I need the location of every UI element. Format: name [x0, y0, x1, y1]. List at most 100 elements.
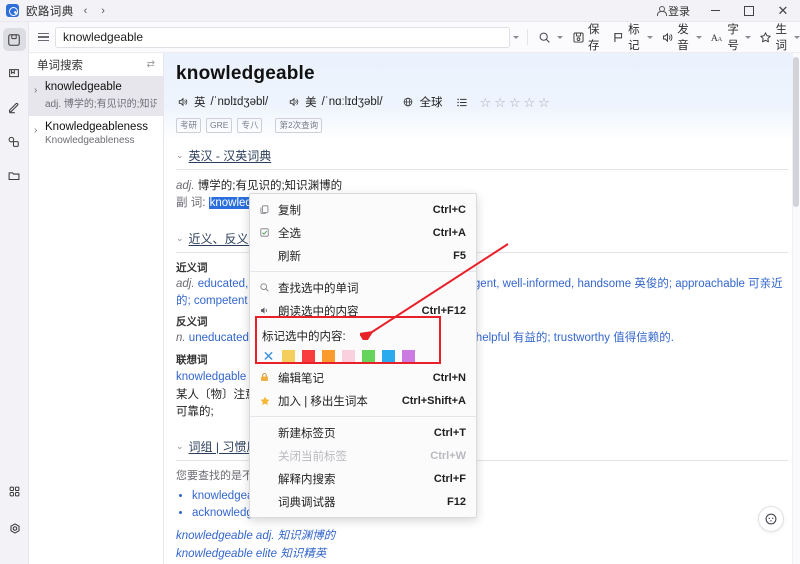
history-menu-button[interactable]: [35, 32, 51, 42]
nav-back-button[interactable]: ‹: [84, 5, 88, 17]
hamburger-icon: [37, 32, 49, 42]
save-button[interactable]: 保存: [570, 24, 604, 52]
section-header[interactable]: ⌄ 英汉 - 汉英词典: [176, 141, 788, 170]
minimize-button[interactable]: [698, 0, 732, 22]
mark-color-purple[interactable]: [402, 350, 415, 363]
maximize-button[interactable]: [732, 0, 766, 22]
app-title: 欧路词典: [26, 5, 74, 18]
phonetics-row: 英 /ˈnɒlɪdʒəbl/ 美 /ˈnɑːlɪdʒəbl/ 全球 ☆ ☆ ☆ …: [164, 85, 800, 110]
star-icon[interactable]: ☆: [538, 96, 550, 109]
rail-item-apps[interactable]: [3, 480, 26, 503]
tag-list: 考研 GRE 专八 第2次查询: [164, 110, 800, 133]
mark-selection-label: 标记选中的内容:: [262, 331, 346, 343]
menu-item-label: 朗读选中的内容: [278, 305, 359, 318]
menu-item-accel: Ctrl+T: [433, 426, 466, 439]
rail-item-cards[interactable]: [3, 130, 26, 153]
sidebar: 单词搜索 ⇄ › knowledgeable adj. 博学的;有见识的;知识渊…: [29, 53, 164, 564]
search-input-value: knowledgeable: [63, 30, 144, 44]
login-button[interactable]: 登录: [648, 3, 698, 19]
global-label: 全球: [419, 97, 443, 109]
menu-item-label: 复制: [278, 204, 301, 217]
scrollbar-thumb[interactable]: [793, 57, 799, 207]
sort-icon[interactable]: ⇄: [147, 59, 155, 70]
star-icon[interactable]: ☆: [524, 96, 536, 109]
sidebar-item-knowledgeable[interactable]: › knowledgeable adj. 博学的;有见识的;知识渊博的: [29, 76, 163, 116]
search-icon: [538, 30, 552, 44]
menu-item-lookup-selected[interactable]: 查找选中的单词: [250, 276, 476, 299]
svg-text:A: A: [718, 36, 723, 43]
font-size-button[interactable]: AA 字号: [708, 24, 742, 52]
rail-item-settings[interactable]: [3, 517, 26, 540]
new-word-caret-icon[interactable]: [794, 35, 800, 39]
sidebar-item-knowledgeableness[interactable]: › Knowledgeableness Knowledgeableness: [29, 116, 163, 152]
sidebar-header: 单词搜索 ⇄: [29, 53, 163, 76]
menu-item-close-tab: 关闭当前标签 Ctrl+W: [250, 444, 476, 467]
note-icon: [259, 372, 275, 383]
search-options-caret-icon[interactable]: [556, 35, 563, 39]
clear-mark-x-icon[interactable]: ✕: [262, 348, 275, 364]
mark-color-orange[interactable]: [322, 350, 335, 363]
pronounce-caret-icon[interactable]: [695, 35, 702, 39]
save-label: 保存: [588, 24, 600, 52]
star-icon: [259, 395, 275, 407]
search-history-caret-icon[interactable]: [513, 35, 520, 39]
rail-item-dictionary[interactable]: [2, 28, 26, 51]
star-icon[interactable]: ☆: [509, 96, 521, 109]
menu-item-new-tab[interactable]: 新建标签页 Ctrl+T: [250, 421, 476, 444]
pronounce-label: 发音: [677, 24, 690, 52]
nav-forward-button[interactable]: ›: [101, 5, 105, 17]
new-word-button[interactable]: 生词: [757, 24, 791, 52]
title-bar: 欧路词典 ‹ › 登录 ✕: [0, 0, 800, 22]
app-window: 欧路词典 ‹ › 登录 ✕ knowledgeable 保存 标记 发音 A A…: [0, 0, 800, 564]
menu-item-copy[interactable]: 复制 Ctrl+C: [250, 198, 476, 221]
feedback-button[interactable]: [758, 506, 784, 532]
sidebar-item-definition: adj. 博学的;有见识的;知识渊博的: [45, 99, 157, 110]
font-size-icon: AA: [710, 30, 724, 44]
menu-item-read-selected[interactable]: 朗读选中的内容 Ctrl+F12: [250, 299, 476, 322]
menu-item-label: 解释内搜索: [278, 473, 336, 486]
mark-color-pink[interactable]: [342, 350, 355, 363]
globe-icon[interactable]: [402, 96, 415, 109]
mark-color-red[interactable]: [302, 350, 315, 363]
rail-item-notes[interactable]: [3, 96, 26, 119]
mark-caret-icon[interactable]: [646, 35, 653, 39]
menu-item-select-all[interactable]: 全选 Ctrl+A: [250, 221, 476, 244]
toolbar-divider: [527, 29, 528, 45]
menu-item-refresh[interactable]: 刷新 F5: [250, 244, 476, 267]
search-icon: [259, 282, 275, 293]
menu-item-toggle-wordbook[interactable]: 加入 | 移出生词本 Ctrl+Shift+A: [250, 389, 476, 412]
new-word-label: 生词: [775, 24, 788, 52]
menu-item-search-in-page[interactable]: 解释内搜索 Ctrl+F: [250, 467, 476, 490]
pronounce-button[interactable]: 发音: [659, 24, 693, 52]
menu-item-dictionary-debugger[interactable]: 词典调试器 F12: [250, 490, 476, 513]
uk-speaker-icon[interactable]: [176, 96, 189, 109]
mark-color-swatches: ✕: [259, 348, 467, 364]
person-icon: [656, 6, 667, 16]
star-icon[interactable]: ☆: [480, 96, 492, 109]
menu-item-label: 编辑笔记: [278, 372, 324, 385]
list-icon[interactable]: [456, 96, 469, 109]
rail-item-wordbook[interactable]: [3, 62, 26, 85]
phrase-example-2[interactable]: knowledgeable elite 知识精英: [176, 546, 788, 563]
rail-bottom-group: [0, 480, 29, 554]
cards-icon: [8, 136, 19, 147]
close-button[interactable]: ✕: [766, 0, 800, 22]
font-size-caret-icon[interactable]: [744, 35, 751, 39]
phrase-example-1[interactable]: knowledgeable adj. 知识渊博的: [176, 528, 788, 545]
search-input[interactable]: knowledgeable: [55, 26, 511, 48]
rail-item-folder[interactable]: [3, 164, 26, 187]
mark-color-blue[interactable]: [382, 350, 395, 363]
save-icon: [572, 30, 585, 44]
ec-definition-line: adj. 博学的;有见识的;知识渊博的: [176, 178, 788, 195]
content-scrollbar[interactable]: [792, 53, 800, 564]
mark-color-yellow[interactable]: [282, 350, 295, 363]
toolbar-search-button[interactable]: [536, 26, 554, 48]
rating-stars[interactable]: ☆ ☆ ☆ ☆ ☆: [480, 96, 550, 109]
star-icon[interactable]: ☆: [494, 96, 506, 109]
book-icon: [9, 68, 19, 77]
us-speaker-icon[interactable]: [287, 96, 300, 109]
menu-item-edit-note[interactable]: 编辑笔记 Ctrl+N: [250, 366, 476, 389]
menu-separator: [250, 271, 476, 272]
mark-color-green[interactable]: [362, 350, 375, 363]
mark-button[interactable]: 标记: [610, 24, 644, 52]
